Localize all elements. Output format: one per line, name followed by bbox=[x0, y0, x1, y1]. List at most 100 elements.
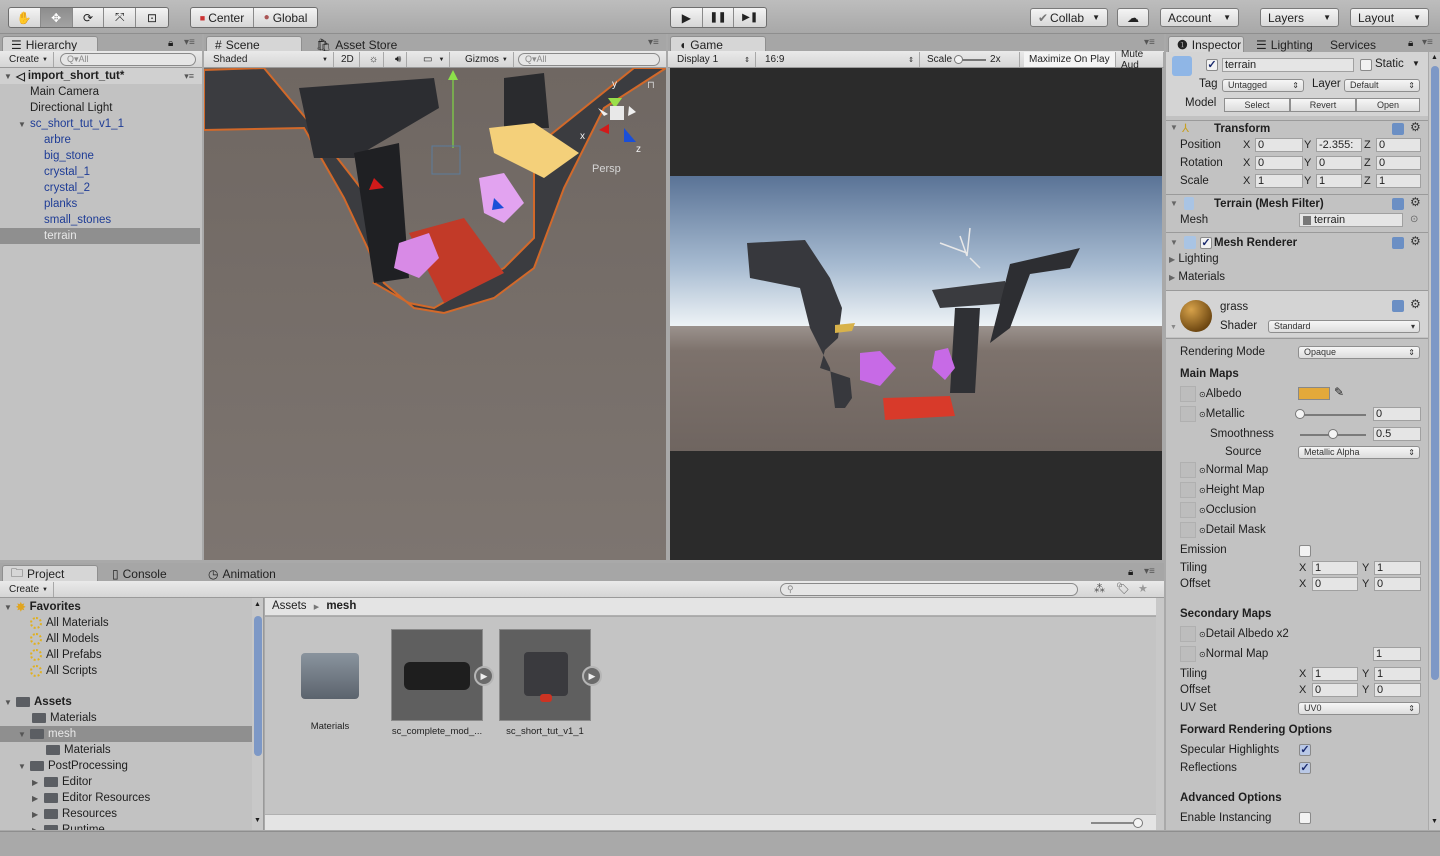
mesh-object-field[interactable]: terrain bbox=[1299, 213, 1403, 227]
pivot-global-toggle[interactable]: ● Global bbox=[254, 8, 317, 27]
help-icon[interactable] bbox=[1392, 198, 1404, 210]
help-icon[interactable] bbox=[1392, 300, 1404, 312]
effects-dropdown[interactable]: ▭ ▼ bbox=[418, 52, 451, 67]
hierarchy-item[interactable]: big_stone bbox=[44, 148, 94, 164]
eyedropper-icon[interactable]: ✎ bbox=[1334, 385, 1344, 399]
panel-menu-icon[interactable]: ▾≡ bbox=[184, 37, 195, 48]
static-dropdown-icon[interactable]: ▼ bbox=[1412, 59, 1420, 68]
object-name-field[interactable]: terrain bbox=[1222, 58, 1354, 72]
hierarchy-item[interactable]: ▼ sc_short_tut_v1_1 bbox=[18, 116, 124, 132]
model-revert-button[interactable]: Revert bbox=[1290, 98, 1356, 112]
metallic-texture-slot[interactable] bbox=[1180, 406, 1196, 422]
secondary-normal-slot[interactable] bbox=[1180, 646, 1196, 662]
gizmos-dropdown[interactable]: Gizmos ▼ bbox=[460, 52, 514, 67]
model-select-button[interactable]: Select bbox=[1224, 98, 1290, 112]
folder-item[interactable]: ▶ Editor bbox=[32, 774, 92, 790]
account-dropdown[interactable]: Account ▼ bbox=[1160, 8, 1239, 27]
hierarchy-item[interactable]: Directional Light bbox=[30, 100, 112, 116]
help-icon[interactable] bbox=[1392, 123, 1404, 135]
hierarchy-item[interactable]: arbre bbox=[44, 132, 71, 148]
folder-item[interactable]: ▶ Editor Resources bbox=[32, 790, 150, 806]
mesh-renderer-enabled-checkbox[interactable]: ✓ bbox=[1200, 237, 1212, 249]
smoothness-value-field[interactable]: 0.5 bbox=[1373, 427, 1421, 441]
tag-dropdown[interactable]: Untagged ⇕ bbox=[1222, 79, 1304, 92]
game-viewport[interactable] bbox=[670, 68, 1162, 560]
folder-item-selected[interactable]: ▼ mesh bbox=[0, 726, 252, 742]
layer-dropdown[interactable]: Default ⇕ bbox=[1344, 79, 1420, 92]
reflections-checkbox[interactable]: ✓ bbox=[1299, 762, 1311, 774]
panel-menu-icon[interactable]: ▾≡ bbox=[1144, 566, 1155, 577]
model-open-button[interactable]: Open bbox=[1356, 98, 1420, 112]
hierarchy-search-input[interactable]: Q▾All bbox=[60, 53, 196, 66]
help-icon[interactable] bbox=[1392, 237, 1404, 249]
favorite-star-icon[interactable]: ★ bbox=[1138, 582, 1148, 595]
gear-icon[interactable]: ⚙ bbox=[1410, 120, 1421, 134]
scale-z-field[interactable]: 1 bbox=[1376, 174, 1421, 188]
gear-icon[interactable]: ⚙ bbox=[1410, 297, 1421, 311]
lock-icon[interactable]: 🔒︎ bbox=[1128, 567, 1133, 578]
hierarchy-item[interactable]: small_stones bbox=[44, 212, 111, 228]
favorite-item[interactable]: All Prefabs bbox=[30, 647, 102, 663]
panel-menu-icon[interactable]: ▾≡ bbox=[1144, 37, 1155, 48]
pause-button[interactable]: ❚❚ bbox=[703, 8, 735, 27]
tab-console[interactable]: ▯ Console bbox=[104, 565, 175, 582]
scale-y-field[interactable]: 1 bbox=[1316, 174, 1362, 188]
tab-project[interactable]: 🗀 Project bbox=[2, 565, 98, 582]
folder-tree-scrollbar[interactable]: ▲ ▼ bbox=[252, 598, 264, 830]
thumbnail-size-knob[interactable] bbox=[1133, 818, 1143, 828]
inspector-scroll-thumb[interactable] bbox=[1431, 66, 1439, 680]
thumbnail-size-slider[interactable] bbox=[1091, 822, 1139, 824]
audio-toggle[interactable]: 🔊︎ bbox=[390, 52, 408, 67]
materials-foldout[interactable]: ▶ Materials bbox=[1169, 271, 1225, 283]
hierarchy-create-button[interactable]: Create ▼ bbox=[4, 52, 54, 67]
tab-animation[interactable]: ◷ Animation bbox=[200, 565, 284, 582]
lock-icon[interactable]: 🔒︎ bbox=[168, 38, 173, 49]
hierarchy-item[interactable]: crystal_1 bbox=[44, 164, 90, 180]
metallic-value-field[interactable]: 0 bbox=[1373, 407, 1421, 421]
lock-icon[interactable]: 🔒︎ bbox=[1408, 38, 1413, 49]
folder-item[interactable]: Materials bbox=[32, 710, 97, 726]
secondary-offset-x-field[interactable]: 0 bbox=[1312, 683, 1358, 697]
main-offset-x-field[interactable]: 0 bbox=[1312, 577, 1358, 591]
uv-set-dropdown[interactable]: UV0 ⇕ bbox=[1298, 702, 1420, 715]
cloud-button[interactable]: ☁ bbox=[1117, 8, 1149, 27]
assets-header[interactable]: ▼ Assets bbox=[4, 694, 72, 710]
filter-by-label-icon[interactable]: 🏷︎ bbox=[1116, 582, 1130, 595]
folder-item[interactable]: ▶ Resources bbox=[32, 806, 117, 822]
secondary-normal-scale-field[interactable]: 1 bbox=[1373, 647, 1421, 661]
expand-play-icon[interactable]: ▶ bbox=[474, 666, 494, 686]
filter-by-type-icon[interactable]: ⁂ bbox=[1094, 582, 1105, 595]
tab-inspector[interactable]: ❶ Inspector bbox=[1168, 36, 1244, 53]
main-tiling-y-field[interactable]: 1 bbox=[1374, 561, 1421, 575]
normal-map-slot[interactable] bbox=[1180, 462, 1196, 478]
hierarchy-item[interactable]: crystal_2 bbox=[44, 180, 90, 196]
scale-slider[interactable]: Scale 2x bbox=[922, 52, 1020, 67]
step-button[interactable]: ▶❚ bbox=[734, 8, 766, 27]
emission-checkbox[interactable] bbox=[1299, 545, 1311, 557]
tab-lighting[interactable]: ☰ Lighting bbox=[1248, 36, 1321, 53]
metallic-slider-knob[interactable] bbox=[1295, 409, 1305, 419]
pivot-center-toggle[interactable]: ■ Center bbox=[191, 8, 255, 27]
layers-dropdown[interactable]: Layers ▼ bbox=[1260, 8, 1339, 27]
move-tool-button[interactable]: ✥ bbox=[40, 8, 73, 27]
projection-label[interactable]: Persp bbox=[592, 163, 621, 175]
project-create-button[interactable]: Create ▼ bbox=[4, 582, 54, 597]
position-x-field[interactable]: 0 bbox=[1255, 138, 1303, 152]
scene-viewport[interactable]: y x z Persp ⊓ bbox=[204, 68, 666, 560]
scroll-up-icon[interactable]: ▲ bbox=[1431, 54, 1438, 61]
secondary-offset-y-field[interactable]: 0 bbox=[1374, 683, 1421, 697]
collapse-arrow-icon[interactable]: ▼ bbox=[1170, 123, 1178, 132]
specular-highlights-checkbox[interactable]: ✓ bbox=[1299, 744, 1311, 756]
smoothness-slider-knob[interactable] bbox=[1328, 429, 1338, 439]
aspect-dropdown[interactable]: 16:9 ⇕ bbox=[760, 52, 920, 67]
detail-albedo-slot[interactable] bbox=[1180, 626, 1196, 642]
scene-root[interactable]: ▼ ◁ import_short_tut* ▾≡ bbox=[0, 68, 202, 84]
rendering-mode-dropdown[interactable]: Opaque ⇕ bbox=[1298, 346, 1420, 359]
scroll-down-icon[interactable]: ▼ bbox=[254, 817, 261, 824]
favorites-header[interactable]: ▼ ✸ Favorites bbox=[4, 599, 81, 615]
main-offset-y-field[interactable]: 0 bbox=[1374, 577, 1421, 591]
position-y-field[interactable]: -2.355: bbox=[1316, 138, 1362, 152]
asset-tile[interactable]: Materials bbox=[291, 629, 369, 732]
hand-tool-button[interactable]: ✋ bbox=[9, 8, 41, 27]
rotation-y-field[interactable]: 0 bbox=[1316, 156, 1362, 170]
